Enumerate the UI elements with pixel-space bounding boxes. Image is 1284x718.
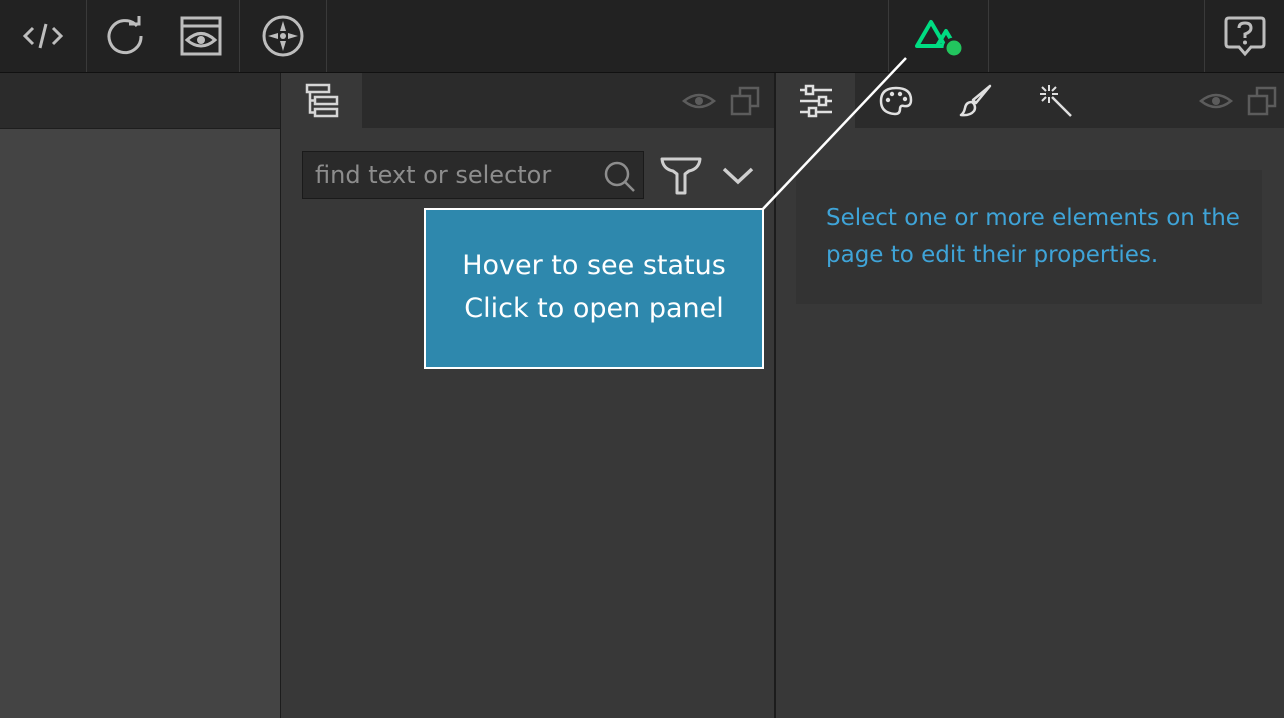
top-toolbar [0, 0, 1284, 73]
callout-line-2: Click to open panel [464, 293, 724, 324]
code-icon [22, 23, 64, 49]
properties-detach-button[interactable] [1242, 73, 1282, 128]
preview-eye-icon [180, 16, 222, 56]
funnel-icon [660, 157, 702, 195]
preview-button[interactable] [163, 0, 239, 72]
navigator-panel [281, 73, 774, 718]
tab-navigator[interactable] [281, 73, 362, 128]
chevron-down-icon [722, 167, 754, 185]
search-icon[interactable] [603, 160, 637, 194]
properties-panel: Select one or more elements on the page … [776, 73, 1284, 718]
eye-icon [682, 93, 716, 108]
properties-visibility-toggle[interactable] [1196, 73, 1236, 128]
search-box [302, 151, 644, 199]
callout-line-1: Hover to see status [462, 250, 726, 281]
tab-effects[interactable] [1016, 73, 1096, 128]
detach-icon [1247, 86, 1277, 115]
eye-icon [1199, 93, 1233, 108]
status-tooltip-callout: Hover to see status Click to open panel [424, 208, 764, 369]
help-icon [1224, 16, 1265, 57]
palette-icon [879, 86, 913, 115]
empty-selection-message: Select one or more elements on the page … [826, 205, 1240, 268]
tab-paint[interactable] [936, 73, 1016, 128]
empty-selection-notice: Select one or more elements on the page … [796, 170, 1262, 304]
filter-button[interactable] [659, 155, 703, 197]
nuxt-logo-icon [914, 20, 964, 58]
layer-tree-icon [305, 83, 338, 117]
reload-icon [107, 16, 143, 55]
navigator-detach-button[interactable] [725, 73, 765, 128]
compass-icon [262, 15, 304, 57]
properties-tabbar [776, 73, 1284, 128]
tab-settings[interactable] [776, 73, 855, 128]
toolbar-divider [988, 0, 989, 72]
nuxt-status-button[interactable] [889, 0, 988, 72]
detach-icon [730, 86, 760, 115]
magic-wand-icon [1040, 84, 1072, 117]
expand-options-button[interactable] [721, 163, 755, 187]
search-input[interactable] [303, 152, 611, 198]
help-button[interactable] [1205, 0, 1284, 72]
left-panel [0, 73, 280, 718]
reload-button[interactable] [87, 0, 163, 72]
navigator-visibility-toggle[interactable] [679, 73, 719, 128]
toolbar-divider [326, 0, 327, 72]
tab-style[interactable] [856, 73, 936, 128]
sliders-icon [799, 84, 832, 117]
assets-button[interactable] [240, 0, 326, 72]
code-button[interactable] [0, 0, 86, 72]
brush-icon [959, 84, 992, 116]
left-panel-header [0, 73, 280, 129]
navigator-tabbar [281, 73, 774, 128]
